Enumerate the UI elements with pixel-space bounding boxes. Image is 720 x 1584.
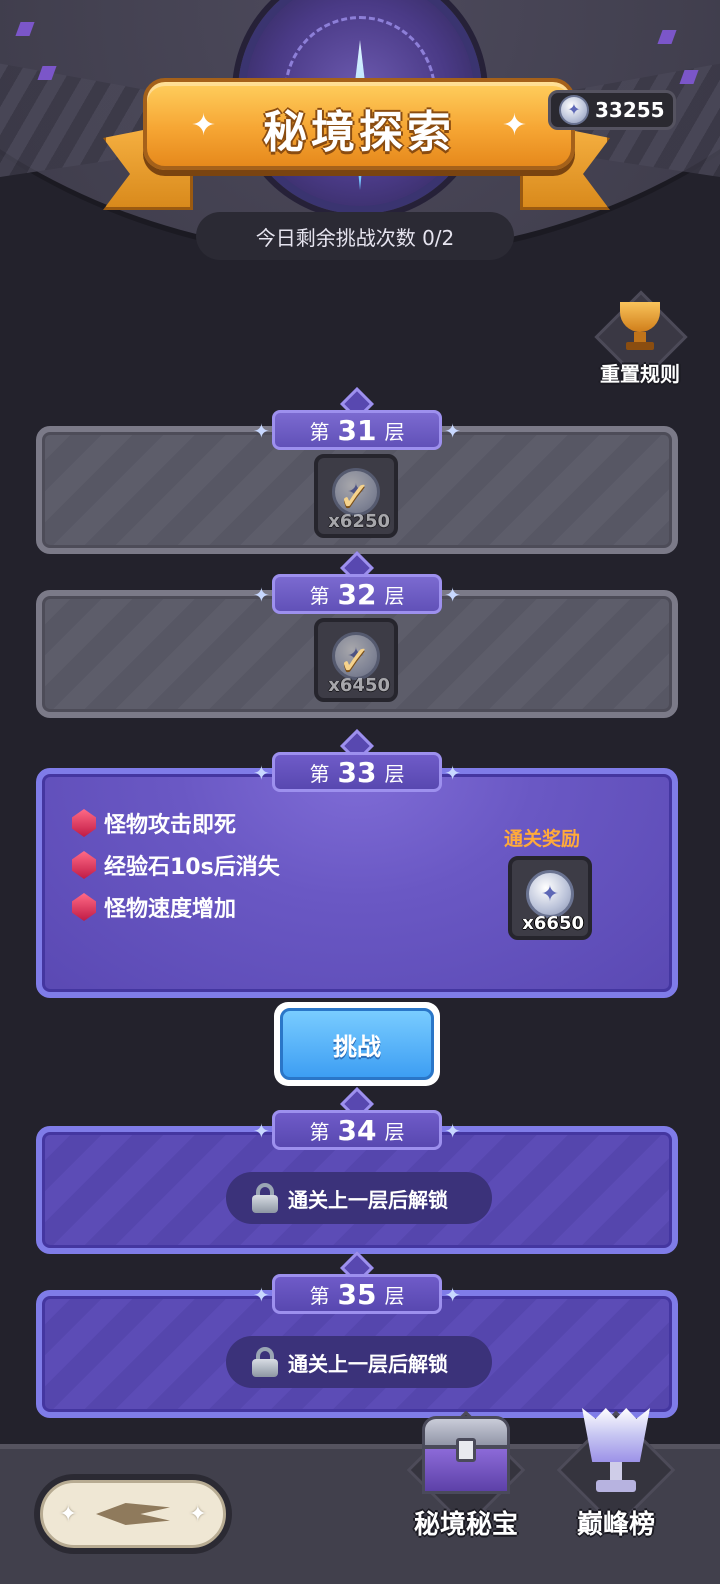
treasure-chest-icon — [422, 1416, 510, 1494]
leaderboard-label: 巅峰榜 — [576, 1510, 655, 1540]
title-banner: ✦ 秘境探索 ✦ — [143, 78, 575, 170]
reward-slot: ✦ x6250 ✓ — [314, 454, 398, 538]
checkmark-icon: ✓ — [338, 474, 372, 520]
floor-card-31: 第 31 层 ✦ x6250 ✓ — [36, 387, 678, 554]
floor-card-34: 第 34 层 通关上一层后解锁 — [36, 1087, 678, 1254]
lock-icon — [252, 1347, 278, 1377]
trophy-stem — [634, 332, 646, 342]
remaining-attempts: 今日剩余挑战次数 0/2 — [196, 212, 514, 260]
star-coin-icon: ✦ — [559, 95, 589, 125]
back-button[interactable]: ✦ ✦ — [34, 1474, 232, 1554]
sparkle-icon: ✦ — [188, 1501, 207, 1527]
red-gem-icon — [72, 851, 96, 879]
red-gem-icon — [72, 893, 96, 921]
reward-quantity: x6650 — [522, 913, 584, 934]
leaderboard-button[interactable]: 巅峰榜 — [546, 1400, 686, 1550]
challenge-button[interactable]: 挑战 — [274, 1002, 440, 1086]
floor-suffix: 层 — [384, 761, 405, 786]
checkmark-icon: ✓ — [338, 638, 372, 684]
modifier-text: 怪物速度增加 — [104, 897, 237, 922]
modifier-text: 怪物攻击即死 — [104, 813, 237, 838]
floor-label: 第 32 层 — [253, 574, 461, 614]
clear-reward-title: 通关奖励 — [504, 828, 581, 850]
modifier-text: 经验石10s后消失 — [104, 855, 280, 880]
sparkle-icon: ✦ — [59, 1501, 78, 1527]
star-coin-icon: ✦ — [526, 870, 574, 918]
floor-suffix: 层 — [384, 419, 405, 444]
reset-rules-button[interactable]: 重置规则 — [592, 290, 688, 392]
floor-label: 第 35 层 — [253, 1274, 461, 1314]
trophy-base — [626, 342, 654, 350]
locked-notice: 通关上一层后解锁 — [226, 1336, 492, 1388]
currency-amount: 33255 — [595, 98, 665, 122]
floor-prefix: 第 — [309, 1119, 330, 1144]
reward-slot[interactable]: ✦ x6650 — [508, 856, 592, 940]
floor-label: 第 33 层 — [253, 752, 461, 792]
locked-text: 通关上一层后解锁 — [288, 1187, 448, 1212]
reset-rules-label: 重置规则 — [600, 362, 680, 386]
floor-modifiers: 怪物攻击即死 经验石10s后消失 怪物速度增加 — [72, 802, 280, 928]
floor-prefix: 第 — [309, 1283, 330, 1308]
currency-display: ✦ 33255 — [548, 90, 676, 130]
red-gem-icon — [72, 809, 96, 837]
modifier-item: 怪物速度增加 — [72, 886, 280, 928]
challenge-button-label: 挑战 — [280, 1008, 434, 1080]
floor-prefix: 第 — [309, 419, 330, 444]
treasure-label: 秘境秘宝 — [413, 1510, 518, 1540]
floor-number: 32 — [337, 577, 377, 611]
floor-suffix: 层 — [384, 1283, 405, 1308]
crystal-trophy-icon — [572, 1408, 660, 1504]
reward-slot: ✦ x6450 ✓ — [314, 618, 398, 702]
floor-suffix: 层 — [384, 583, 405, 608]
floor-number: 31 — [337, 413, 377, 447]
back-button-face: ✦ ✦ — [40, 1480, 226, 1548]
floor-prefix: 第 — [309, 761, 330, 786]
floor-card-35: 第 35 层 通关上一层后解锁 — [36, 1251, 678, 1418]
floor-card-33: 第 33 层 怪物攻击即死 经验石10s后消失 怪物速度增加 通关奖励 ✦ x6… — [36, 729, 678, 998]
floor-label: 第 34 层 — [253, 1110, 461, 1150]
floor-number: 35 — [337, 1277, 377, 1311]
locked-notice: 通关上一层后解锁 — [226, 1172, 492, 1224]
back-arrow-icon — [96, 1503, 170, 1525]
floor-number: 34 — [337, 1113, 377, 1147]
sparkle-icon: ✦ — [501, 108, 527, 143]
modifier-item: 经验石10s后消失 — [72, 844, 280, 886]
treasure-button[interactable]: 秘境秘宝 — [396, 1400, 536, 1550]
floor-label: 第 31 层 — [253, 410, 461, 450]
floor-card-32: 第 32 层 ✦ x6450 ✓ — [36, 551, 678, 718]
lock-icon — [252, 1183, 278, 1213]
floor-suffix: 层 — [384, 1119, 405, 1144]
locked-text: 通关上一层后解锁 — [288, 1351, 448, 1376]
modifier-item: 怪物攻击即死 — [72, 802, 280, 844]
floor-number: 33 — [337, 755, 377, 789]
floor-prefix: 第 — [309, 583, 330, 608]
